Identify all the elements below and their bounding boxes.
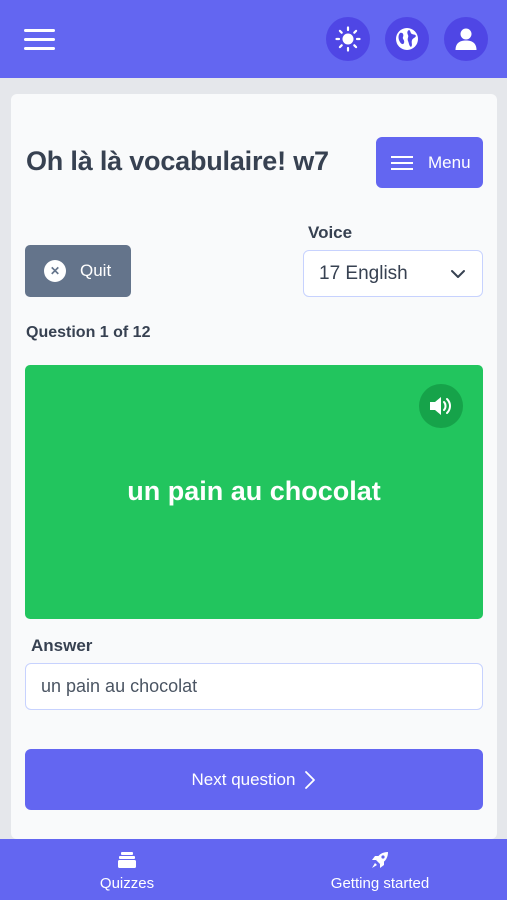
globe-icon	[396, 28, 418, 50]
close-icon: ✕	[44, 260, 66, 282]
next-question-button[interactable]: Next question	[25, 749, 483, 810]
menu-button-label: Menu	[428, 152, 471, 172]
bottom-nav: Quizzes Getting started	[0, 839, 507, 900]
flashcard-phrase: un pain au chocolat	[127, 476, 381, 506]
nav-item-label: Getting started	[330, 875, 430, 892]
answer-input[interactable]	[25, 663, 483, 710]
next-question-label: Next question	[191, 769, 296, 789]
rocket-icon	[370, 850, 390, 870]
chevron-down-icon	[451, 270, 465, 278]
menu-icon	[391, 155, 413, 170]
profile-button[interactable]	[444, 17, 488, 61]
language-button[interactable]	[385, 17, 429, 61]
theme-toggle-button[interactable]	[326, 17, 370, 61]
chevron-right-icon	[305, 770, 316, 789]
nav-item-label: Quizzes	[99, 875, 155, 892]
speaker-icon	[430, 397, 451, 415]
voice-select-value: 17 English	[319, 262, 408, 284]
quit-button[interactable]: ✕ Quit	[25, 245, 131, 297]
hamburger-icon[interactable]	[24, 27, 56, 53]
sun-icon	[335, 26, 361, 52]
nav-item-getting-started[interactable]: Getting started	[320, 839, 440, 900]
menu-button[interactable]: Menu	[376, 137, 483, 188]
user-icon	[455, 28, 477, 50]
answer-label: Answer	[31, 636, 93, 655]
stack-icon	[117, 850, 137, 870]
flashcard: un pain au chocolat	[25, 365, 483, 619]
voice-label: Voice	[308, 223, 353, 242]
question-counter: Question 1 of 12	[26, 324, 151, 341]
quit-button-label: Quit	[80, 261, 112, 280]
page-title: Oh là là vocabulaire! w7	[26, 146, 329, 176]
play-audio-button[interactable]	[419, 384, 463, 428]
voice-select[interactable]: 17 English	[303, 250, 483, 297]
top-bar	[0, 0, 507, 78]
nav-item-quizzes[interactable]: Quizzes	[87, 839, 167, 900]
